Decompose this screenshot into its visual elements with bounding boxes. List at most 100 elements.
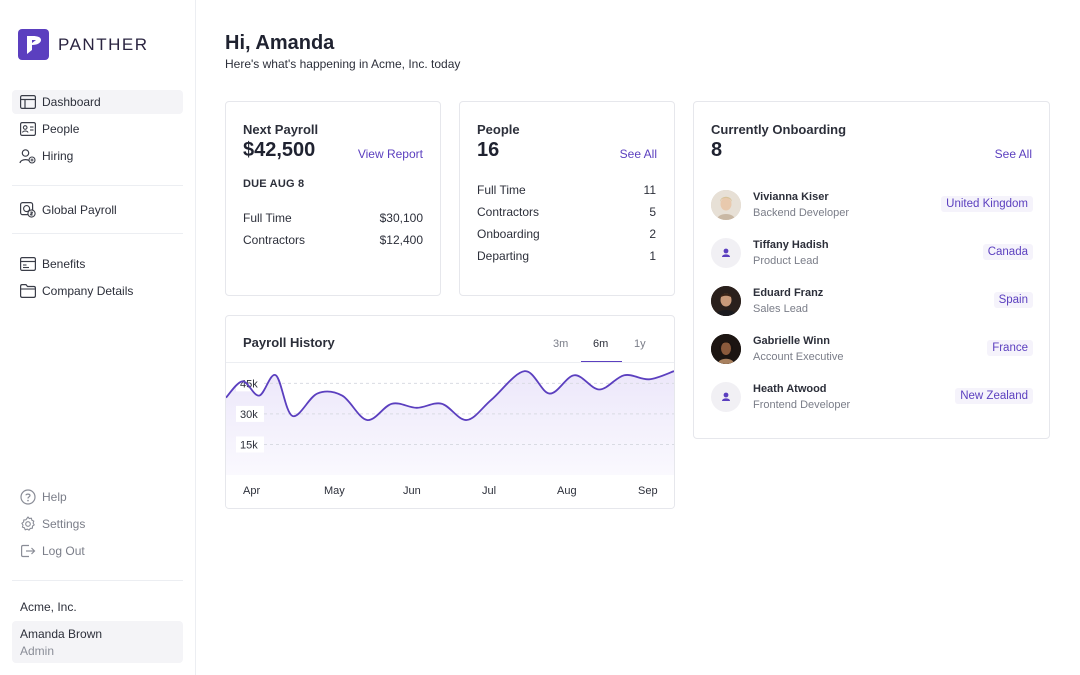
id-card-icon bbox=[19, 121, 36, 138]
brand-name: PANTHER bbox=[58, 34, 149, 54]
sidebar-divider bbox=[12, 233, 183, 234]
sidebar-item-help[interactable]: Help bbox=[12, 485, 183, 509]
x-tick-label: Jun bbox=[403, 485, 421, 497]
onboarding-person[interactable]: Gabrielle Winn Account Executive France bbox=[711, 334, 1033, 368]
sidebar-item-label: Global Payroll bbox=[42, 203, 117, 217]
user-placeholder-icon bbox=[711, 382, 741, 412]
sidebar-item-benefits[interactable]: Benefits bbox=[12, 252, 183, 276]
card-title: Payroll History bbox=[243, 335, 335, 350]
person-role: Frontend Developer bbox=[753, 399, 851, 411]
panther-logo-icon bbox=[18, 29, 49, 60]
sidebar-item-dashboard[interactable]: Dashboard bbox=[12, 90, 183, 114]
person-role: Account Executive bbox=[753, 351, 844, 363]
onboarding-card: Currently Onboarding 8 See All Vivianna … bbox=[693, 101, 1050, 439]
see-all-people-link[interactable]: See All bbox=[620, 147, 657, 161]
country-badge: New Zealand bbox=[955, 388, 1033, 404]
card-title: Next Payroll bbox=[243, 122, 319, 137]
people-count: 16 bbox=[477, 139, 500, 161]
tab-6m[interactable]: 6m bbox=[593, 338, 608, 350]
x-tick-label: Aug bbox=[557, 485, 577, 497]
people-card: People 16 See All Full Time 11 Contracto… bbox=[459, 101, 675, 296]
card-title: Currently Onboarding bbox=[711, 122, 847, 137]
row-label: Onboarding bbox=[477, 227, 540, 241]
globe-icon bbox=[19, 202, 36, 219]
people-row: Onboarding 2 bbox=[477, 227, 656, 241]
sidebar-item-label: Dashboard bbox=[42, 95, 101, 109]
sidebar: PANTHER Dashboard People Hiring Global P… bbox=[0, 0, 196, 675]
sidebar-item-label: People bbox=[42, 122, 80, 136]
onboarding-person[interactable]: Heath Atwood Frontend Developer New Zeal… bbox=[711, 382, 1033, 416]
country-badge: United Kingdom bbox=[941, 196, 1033, 212]
country-badge: France bbox=[987, 340, 1033, 356]
row-label: Full Time bbox=[477, 183, 526, 197]
row-value: $30,100 bbox=[379, 211, 423, 225]
sidebar-divider bbox=[12, 580, 183, 581]
row-label: Full Time bbox=[243, 211, 292, 225]
user-name: Amanda Brown bbox=[20, 627, 103, 641]
x-tick-label: Jul bbox=[482, 485, 496, 497]
page-subtitle: Here's what's happening in Acme, Inc. to… bbox=[225, 57, 461, 71]
row-value: 11 bbox=[643, 183, 656, 197]
people-row: Departing 1 bbox=[477, 249, 656, 263]
person-name: Vivianna Kiser bbox=[753, 191, 829, 203]
onboarding-count: 8 bbox=[711, 139, 723, 161]
sidebar-item-label: Hiring bbox=[42, 149, 74, 163]
y-tick-label: 15k bbox=[240, 439, 258, 451]
y-tick-label: 30k bbox=[240, 409, 258, 421]
onboarding-person[interactable]: Eduard Franz Sales Lead Spain bbox=[711, 286, 1033, 320]
row-value: 1 bbox=[649, 249, 656, 263]
avatar bbox=[711, 190, 741, 220]
sidebar-item-log-out[interactable]: Log Out bbox=[12, 539, 183, 563]
help-icon bbox=[19, 489, 36, 506]
row-value: $12,400 bbox=[379, 233, 423, 247]
tab-1y[interactable]: 1y bbox=[634, 338, 646, 350]
row-label: Departing bbox=[477, 249, 530, 263]
x-axis-band bbox=[226, 475, 674, 508]
see-all-onboarding-link[interactable]: See All bbox=[995, 147, 1032, 161]
person-name: Heath Atwood bbox=[753, 383, 827, 395]
sidebar-item-company-details[interactable]: Company Details bbox=[12, 279, 183, 303]
sidebar-item-label: Company Details bbox=[42, 284, 134, 298]
sidebar-item-label: Log Out bbox=[42, 544, 85, 558]
user-placeholder-icon bbox=[711, 238, 741, 268]
payroll-history-chart: 45k 30k 15k Apr May Jun Jul Aug Sep bbox=[226, 370, 674, 508]
person-role: Product Lead bbox=[753, 255, 819, 267]
brand-logo[interactable]: PANTHER bbox=[18, 29, 148, 60]
payroll-amount: $42,500 bbox=[243, 139, 316, 161]
user-profile[interactable]: Amanda Brown Admin bbox=[12, 621, 183, 663]
due-date: DUE AUG 8 bbox=[243, 178, 305, 190]
payroll-row: Contractors $12,400 bbox=[243, 233, 423, 247]
logout-icon bbox=[19, 543, 36, 560]
country-badge: Canada bbox=[982, 244, 1033, 260]
payroll-row: Full Time $30,100 bbox=[243, 211, 423, 225]
page-title: Hi, Amanda bbox=[225, 32, 335, 54]
person-role: Backend Developer bbox=[753, 207, 850, 219]
user-role: Admin bbox=[20, 644, 55, 658]
x-tick-label: May bbox=[324, 485, 345, 497]
sidebar-item-hiring[interactable]: Hiring bbox=[12, 144, 183, 168]
x-tick-label: Apr bbox=[243, 485, 260, 497]
card-icon bbox=[19, 256, 36, 273]
view-report-link[interactable]: View Report bbox=[358, 147, 423, 161]
row-value: 5 bbox=[649, 205, 656, 219]
person-role: Sales Lead bbox=[753, 303, 809, 315]
person-name: Eduard Franz bbox=[753, 287, 824, 299]
onboarding-person[interactable]: Tiffany Hadish Product Lead Canada bbox=[711, 238, 1033, 272]
sidebar-item-label: Help bbox=[42, 490, 67, 504]
tab-3m[interactable]: 3m bbox=[553, 338, 568, 350]
onboarding-person[interactable]: Vivianna Kiser Backend Developer United … bbox=[711, 190, 1033, 224]
country-badge: Spain bbox=[993, 292, 1033, 308]
people-row: Full Time 11 bbox=[477, 183, 656, 197]
avatar bbox=[711, 286, 741, 316]
gear-icon bbox=[19, 516, 36, 533]
sidebar-item-people[interactable]: People bbox=[12, 117, 183, 141]
people-row: Contractors 5 bbox=[477, 205, 656, 219]
sidebar-item-settings[interactable]: Settings bbox=[12, 512, 183, 536]
table-icon bbox=[19, 94, 36, 111]
sidebar-item-label: Benefits bbox=[42, 257, 86, 271]
user-plus-icon bbox=[19, 148, 36, 165]
payroll-history-card: Payroll History 3m 6m 1y 45k 30k 15k Apr May… bbox=[225, 315, 675, 509]
row-value: 2 bbox=[649, 227, 656, 241]
sidebar-item-global-payroll[interactable]: Global Payroll bbox=[12, 198, 183, 222]
sidebar-item-label: Settings bbox=[42, 517, 86, 531]
